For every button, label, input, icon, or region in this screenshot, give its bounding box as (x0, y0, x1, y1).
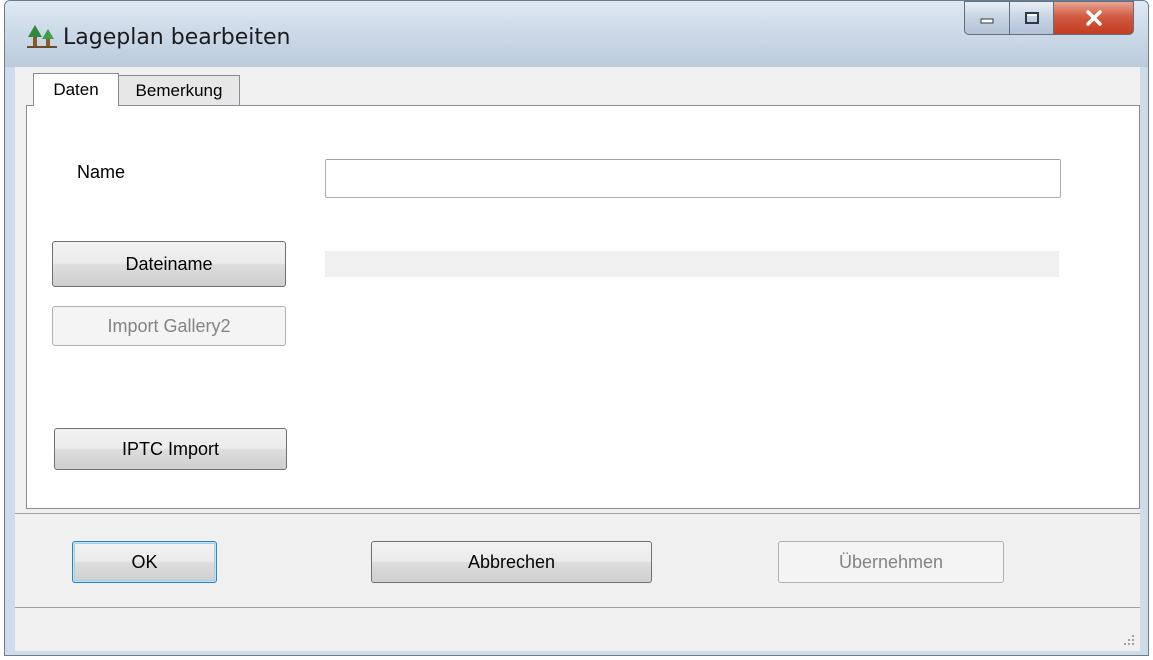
maximize-icon (1024, 12, 1039, 24)
close-icon (1085, 10, 1102, 26)
import-gallery-button[interactable]: Import Gallery2 (52, 306, 286, 346)
dialog-window: Lageplan bearbeiten Daten Bemerkung Name… (4, 0, 1149, 656)
footer-separator (15, 513, 1140, 514)
caption-buttons (964, 1, 1134, 37)
close-button[interactable] (1054, 1, 1134, 35)
name-label: Name (77, 162, 126, 182)
tab-bemerkung[interactable]: Bemerkung (118, 75, 240, 105)
maximize-button[interactable] (1010, 1, 1054, 35)
title-bar[interactable]: Lageplan bearbeiten (5, 1, 1148, 67)
cancel-button[interactable]: Abbrechen (371, 541, 652, 583)
tab-daten[interactable]: Daten (33, 73, 119, 106)
name-input[interactable] (325, 159, 1061, 198)
window-title: Lageplan bearbeiten (63, 25, 291, 50)
dateiname-field (325, 251, 1059, 277)
app-tree-icon (27, 25, 57, 48)
iptc-import-button[interactable]: IPTC Import (54, 428, 287, 470)
minimize-button[interactable] (964, 1, 1010, 35)
apply-button[interactable]: Übernehmen (778, 541, 1004, 583)
dialog-client: Daten Bemerkung Name Dateiname Import Ga… (15, 67, 1140, 651)
dateiname-button[interactable]: Dateiname (52, 241, 286, 287)
ok-button[interactable]: OK (72, 541, 217, 583)
resize-grip-icon[interactable] (1122, 633, 1136, 647)
minimize-icon (980, 18, 994, 24)
status-bar (15, 608, 1140, 651)
tab-panel-daten: Name Dateiname Import Gallery2 IPTC Impo… (26, 105, 1140, 509)
